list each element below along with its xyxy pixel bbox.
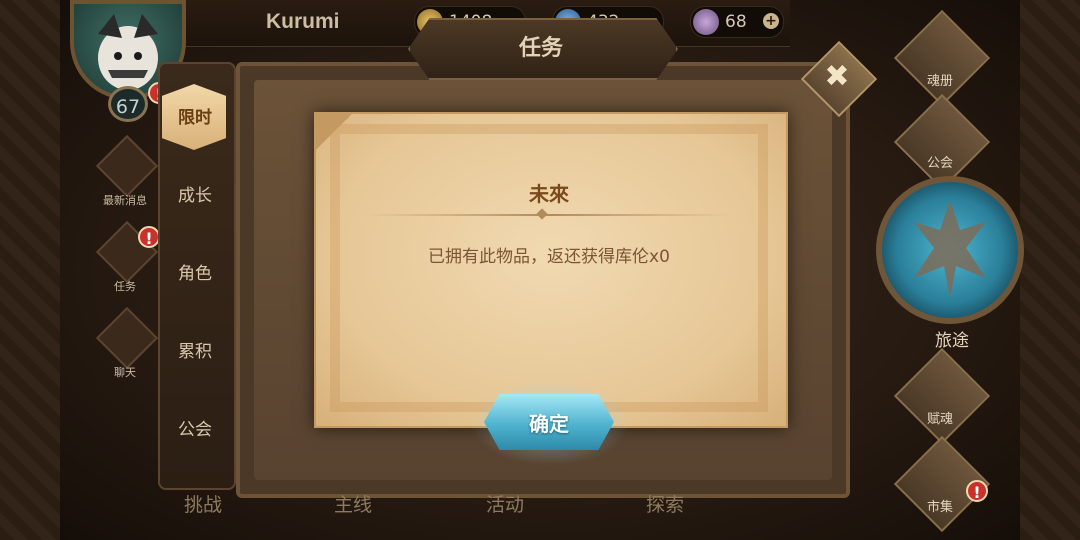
tab-character[interactable]: 角色 — [158, 244, 232, 304]
nav-label: 魂册 — [926, 74, 953, 89]
add-stamina-icon[interactable]: + — [763, 13, 779, 29]
confirm-button[interactable]: 确定 — [484, 394, 614, 450]
nav-label: 赋魂 — [926, 412, 953, 427]
sidebar-item-chat[interactable]: 聊天 — [94, 306, 159, 386]
stamina-resource[interactable]: 68 + — [690, 6, 784, 38]
dialog-title: 未來 — [529, 182, 569, 206]
nav-label: 公会 — [926, 156, 953, 171]
sidebar-item-label: 聊天 — [114, 366, 136, 379]
quest-alert-icon: ! — [138, 226, 160, 248]
player-level-badge: 67 — [108, 86, 148, 122]
right-border-pattern — [1020, 0, 1080, 540]
news-icon — [95, 134, 159, 198]
nav-ensoul[interactable]: 赋魂 — [880, 347, 1000, 448]
ensoul-icon — [893, 347, 991, 445]
tab-guild[interactable]: 公会 — [158, 400, 232, 460]
dialog-ornament-border — [330, 124, 768, 412]
journey-icon — [914, 200, 986, 298]
soul-book-icon — [893, 9, 991, 107]
panel-title: 任务 — [518, 36, 563, 61]
bottom-nav-explore[interactable]: 探索 — [646, 490, 684, 517]
dialog-divider — [366, 214, 732, 216]
bottom-nav-main[interactable]: 主线 — [334, 490, 372, 517]
dialog-torn-corner — [314, 112, 374, 152]
dialog-message: 已拥有此物品，返还获得库伦x0 — [428, 247, 670, 267]
bottom-nav-challenge[interactable]: 挑战 — [184, 490, 222, 517]
bottom-nav-event[interactable]: 活动 — [486, 490, 524, 517]
tab-cumulative[interactable]: 累积 — [158, 322, 232, 382]
journey-orb[interactable] — [876, 176, 1024, 324]
stamina-icon — [693, 9, 719, 35]
tab-growth[interactable]: 成长 — [158, 166, 232, 226]
close-icon[interactable]: ✖ — [812, 54, 862, 100]
left-border-pattern — [0, 0, 60, 540]
sidebar-item-label: 任务 — [114, 280, 136, 293]
stamina-value: 68 — [725, 12, 747, 32]
chat-icon — [95, 306, 159, 370]
tab-limited[interactable]: 限时 — [158, 88, 232, 148]
sidebar-item-label: 最新消息 — [103, 194, 147, 207]
nav-journey-label: 旅途 — [935, 331, 969, 351]
player-name: Kurumi — [266, 10, 340, 33]
sidebar-item-news[interactable]: 最新消息 — [94, 134, 159, 214]
market-alert-icon: ! — [966, 480, 988, 502]
